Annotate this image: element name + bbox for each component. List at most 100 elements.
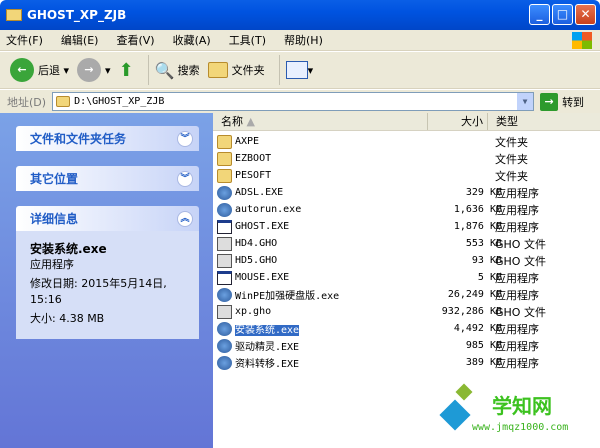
chevron-down-icon[interactable]: ︾: [177, 130, 193, 147]
folder-icon: [56, 96, 71, 107]
panel-file-tasks: 文件和文件夹任务 ︾: [16, 126, 199, 151]
file-type: 应用程序: [495, 322, 539, 336]
file-row[interactable]: WinPE加强硬盘版.exe 26,249 KB 应用程序: [217, 286, 597, 303]
file-name: xp.gho: [235, 306, 271, 317]
file-row[interactable]: autorun.exe 1,636 KB 应用程序: [217, 201, 597, 218]
menu-favorites[interactable]: 收藏(A): [173, 32, 211, 48]
file-type: 应用程序: [495, 186, 539, 200]
toolbar: ← 后退 ▾ → ▾ ⬆ 🔍 搜索 文件夹 ▾: [0, 52, 600, 89]
file-icon: [217, 202, 232, 217]
detail-type: 应用程序: [30, 258, 74, 271]
menu-edit[interactable]: 编辑(E): [61, 32, 99, 48]
maximize-button[interactable]: □: [552, 4, 573, 25]
address-dropdown-icon[interactable]: ▼: [517, 93, 534, 110]
up-folder-icon: ⬆: [118, 59, 134, 81]
file-type: 文件夹: [495, 169, 528, 183]
sort-ascending-icon: ▲: [246, 115, 255, 128]
detail-modified: 修改日期: 2015年5月14日, 15:16: [30, 277, 167, 306]
watermark-title: 学知网: [492, 394, 552, 418]
file-name-text: HD4.GHO: [235, 238, 278, 249]
panel-header[interactable]: 其它位置 ︾: [16, 166, 199, 191]
column-headers: 名称 ▲ 大小 类型: [213, 113, 600, 131]
windows-logo-icon: [572, 32, 592, 49]
file-row[interactable]: AXPE 文件夹: [217, 133, 597, 150]
file-icon: [217, 355, 232, 370]
file-size: 1,876 KB: [453, 221, 502, 232]
panel-details: 详细信息 ︽ 安装系统.exe 应用程序 修改日期: 2015年5月14日, 15…: [16, 206, 199, 339]
file-row[interactable]: PESOFT 文件夹: [217, 167, 597, 184]
file-row[interactable]: HD4.GHO 553 KB GHO 文件: [217, 235, 597, 252]
menu-help[interactable]: 帮助(H): [284, 32, 323, 48]
file-row[interactable]: 资料转移.EXE 389 KB 应用程序: [217, 354, 597, 371]
chevron-down-icon[interactable]: ︾: [177, 170, 193, 187]
menu-tools[interactable]: 工具(T): [229, 32, 266, 48]
column-size[interactable]: 大小: [428, 113, 488, 130]
folders-button[interactable]: 文件夹: [207, 62, 265, 78]
file-name-text: xp.gho: [235, 306, 272, 317]
views-icon: [285, 61, 308, 79]
file-name: MOUSE.EXE: [235, 272, 289, 283]
file-row[interactable]: ADSL.EXE 329 KB 应用程序: [217, 184, 597, 201]
menu-view[interactable]: 查看(V): [116, 32, 154, 48]
file-row[interactable]: 安装系统.exe 4,492 KB 应用程序: [217, 320, 597, 337]
file-type: GHO 文件: [495, 305, 546, 319]
task-pane: 文件和文件夹任务 ︾ 其它位置 ︾ 详细信息 ︽ 安装系统.exe 应用程序 修改日期…: [0, 113, 213, 448]
folder-icon: [217, 168, 232, 183]
panel-other-places: 其它位置 ︾: [16, 166, 199, 191]
file-name-text: MOUSE.EXE: [235, 272, 290, 283]
file-type: 文件夹: [495, 135, 528, 149]
file-row[interactable]: 驱动精灵.EXE 985 KB 应用程序: [217, 337, 597, 354]
column-name[interactable]: 名称 ▲: [213, 113, 428, 130]
panel-header[interactable]: 详细信息 ︽: [16, 206, 199, 231]
file-type: 应用程序: [495, 339, 539, 353]
file-row[interactable]: MOUSE.EXE 5 KB 应用程序: [217, 269, 597, 286]
chevron-up-icon[interactable]: ︽: [177, 210, 193, 227]
back-button[interactable]: ← 后退 ▾: [10, 58, 69, 82]
file-type: 应用程序: [495, 203, 539, 217]
detail-filename: 安装系统.exe: [30, 242, 107, 256]
close-button[interactable]: ✕: [575, 4, 596, 25]
file-name: ADSL.EXE: [235, 187, 283, 198]
file-name-text: 资料转移.EXE: [235, 359, 300, 370]
minimize-button[interactable]: _: [529, 4, 550, 25]
folder-icon: [6, 9, 22, 21]
search-button[interactable]: 🔍 搜索: [155, 61, 200, 80]
file-icon: [217, 270, 232, 285]
search-label: 搜索: [177, 64, 200, 77]
file-row[interactable]: GHOST.EXE 1,876 KB 应用程序: [217, 218, 597, 235]
file-name-text: ADSL.EXE: [235, 187, 284, 198]
address-input[interactable]: D:\GHOST_XP_ZJB ▼: [52, 92, 535, 111]
go-button[interactable]: → 转到: [540, 92, 584, 111]
file-size: 1,636 KB: [453, 204, 502, 215]
file-icon: [217, 287, 232, 302]
up-folder-button[interactable]: ⬆: [119, 60, 134, 81]
file-name-text: 安装系统.exe: [235, 325, 300, 336]
file-row[interactable]: xp.gho 932,286 KB GHO 文件: [217, 303, 597, 320]
file-icon: [217, 236, 232, 251]
forward-button[interactable]: → ▾: [77, 58, 111, 82]
menu-file[interactable]: 文件(F): [6, 32, 43, 48]
address-label: 地址(D): [7, 95, 47, 109]
file-icon: [217, 219, 232, 234]
address-bar: 地址(D) D:\GHOST_XP_ZJB ▼ → 转到: [0, 90, 600, 113]
column-type[interactable]: 类型: [488, 113, 588, 130]
file-row[interactable]: HD5.GHO 93 KB GHO 文件: [217, 252, 597, 269]
file-type: 应用程序: [495, 356, 539, 370]
file-size: 932,286 KB: [441, 306, 502, 317]
detail-size: 大小: 4.38 MB: [30, 312, 105, 325]
file-name: HD5.GHO: [235, 255, 277, 266]
file-row[interactable]: EZBOOT 文件夹: [217, 150, 597, 167]
folders-label: 文件夹: [231, 64, 265, 77]
window-title: GHOST_XP_ZJB: [27, 8, 127, 22]
watermark-logo: 学知网 www.jmqz1000.com: [439, 382, 594, 442]
file-icon: [217, 338, 232, 353]
file-name: EZBOOT: [235, 153, 271, 164]
panel-header[interactable]: 文件和文件夹任务 ︾: [16, 126, 199, 151]
file-name: 安装系统.exe: [235, 321, 300, 336]
file-name-text: WinPE加强硬盘版.exe: [235, 291, 340, 302]
views-button[interactable]: ▾: [285, 61, 313, 79]
file-size: 389 KB: [465, 357, 502, 368]
file-size: 93 KB: [471, 255, 502, 266]
file-size: 26,249 KB: [447, 289, 502, 300]
folder-icon: [217, 151, 232, 166]
